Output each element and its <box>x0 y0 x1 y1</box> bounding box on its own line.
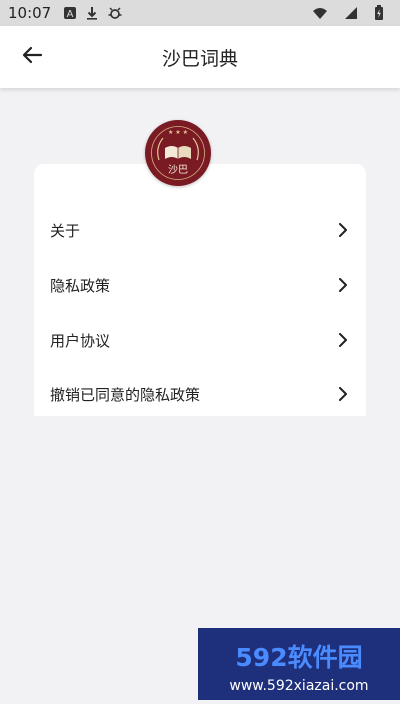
watermark: 592软件园 www.592xiazai.com <box>198 628 400 700</box>
watermark-url: www.592xiazai.com <box>229 678 368 694</box>
download-icon <box>85 6 99 20</box>
menu-item-user-agreement[interactable]: 用户协议 <box>50 320 350 360</box>
chevron-right-icon <box>336 223 350 237</box>
a-icon: A <box>63 6 77 20</box>
battery-icon <box>374 5 384 21</box>
chevron-right-icon <box>336 333 350 347</box>
menu-card: 关于 隐私政策 用户协议 撤销已同意的隐私政策 <box>34 164 366 416</box>
svg-text:A: A <box>67 9 74 20</box>
page-title: 沙巴词典 <box>161 47 238 70</box>
menu-item-label: 用户协议 <box>50 331 111 350</box>
wifi-icon <box>312 6 328 20</box>
app-logo: ★ ★ ★ 沙巴 <box>145 120 211 186</box>
status-right-icons <box>312 5 392 21</box>
status-bar: 10:07 A <box>0 0 400 26</box>
menu-item-revoke-privacy[interactable]: 撤销已同意的隐私政策 <box>50 374 350 414</box>
chevron-right-icon <box>336 278 350 292</box>
menu-item-privacy-policy[interactable]: 隐私政策 <box>50 265 350 305</box>
menu-item-label: 关于 <box>50 221 81 240</box>
menu-item-label: 撤销已同意的隐私政策 <box>50 385 201 404</box>
back-button[interactable] <box>14 39 50 75</box>
chevron-right-icon <box>336 387 350 401</box>
menu-item-about[interactable]: 关于 <box>50 210 350 250</box>
logo-text: 沙巴 <box>168 164 188 176</box>
back-arrow-icon <box>21 44 43 70</box>
status-time: 10:07 <box>8 4 52 22</box>
app-bar: 沙巴词典 <box>0 26 400 88</box>
menu-item-label: 隐私政策 <box>50 276 111 295</box>
watermark-brand: 592软件园 <box>235 643 362 672</box>
signal-icon <box>344 6 358 20</box>
bug-icon <box>107 5 123 21</box>
svg-text:★ ★ ★: ★ ★ ★ <box>168 129 188 136</box>
